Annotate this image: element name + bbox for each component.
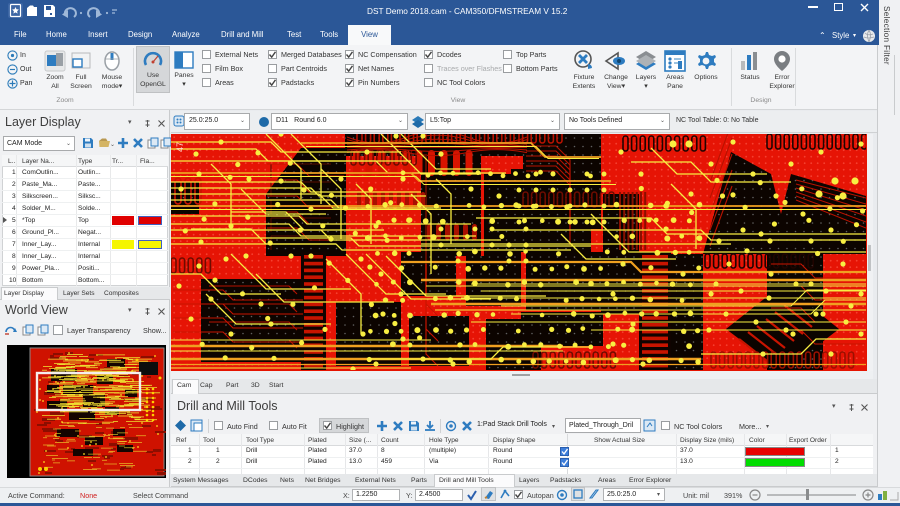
svg-text:⌄: ⌄ (110, 142, 114, 148)
svg-text:47: 47 (175, 142, 185, 152)
